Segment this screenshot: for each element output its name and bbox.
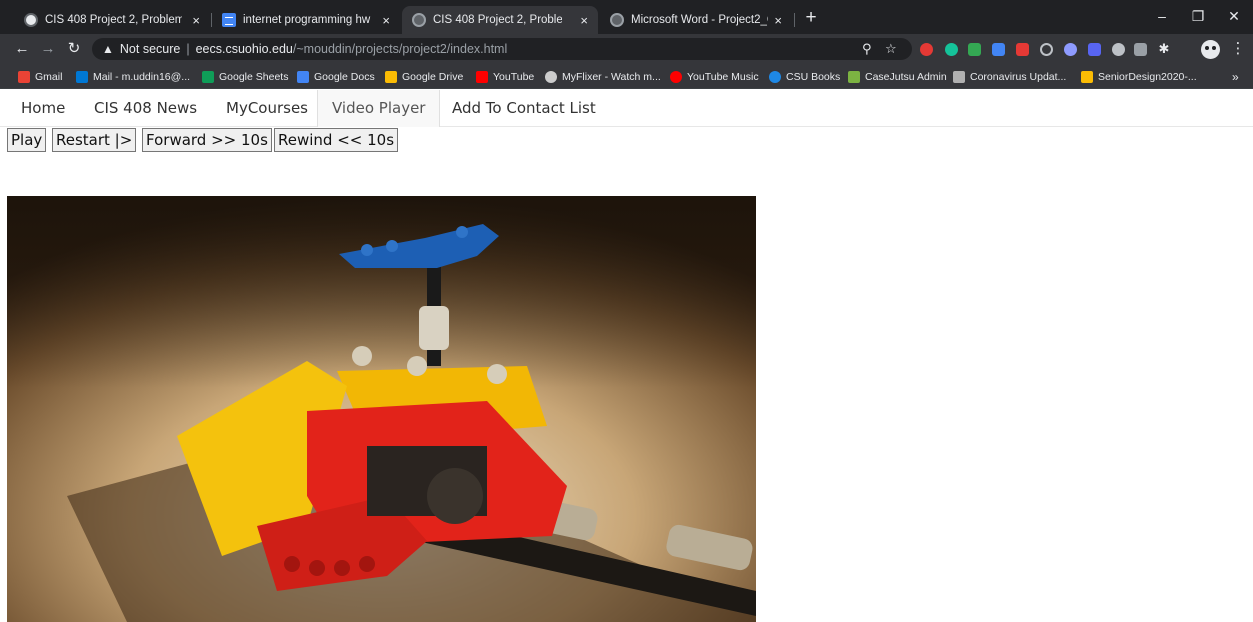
forward-arrow-icon[interactable]: → bbox=[38, 39, 58, 59]
tab-separator bbox=[794, 13, 795, 27]
restart-button[interactable]: Restart |> bbox=[52, 128, 137, 152]
address-divider: | bbox=[186, 42, 190, 56]
extension-calendar-icon[interactable] bbox=[1016, 43, 1029, 56]
extension-gmail-icon[interactable] bbox=[1134, 43, 1147, 56]
bookmarks-bar: Gmail Mail - m.uddin16@... Google Sheets… bbox=[0, 64, 1253, 89]
bookmark-coronavirus-update[interactable]: Coronavirus Updat... bbox=[953, 69, 1066, 85]
bookmark-label: MyFlixer - Watch m... bbox=[562, 71, 661, 83]
bookmark-youtube[interactable]: YouTube bbox=[476, 69, 534, 85]
bookmark-label: YouTube Music bbox=[687, 71, 759, 83]
nav-cis408-news[interactable]: CIS 408 News bbox=[94, 90, 197, 127]
close-tab-icon[interactable]: × bbox=[774, 13, 782, 28]
csu-books-icon bbox=[769, 71, 781, 83]
close-tab-icon[interactable]: × bbox=[192, 13, 200, 28]
bookmark-google-docs[interactable]: Google Docs bbox=[297, 69, 375, 85]
google-docs-icon bbox=[297, 71, 309, 83]
back-arrow-icon[interactable]: ← bbox=[12, 39, 32, 59]
close-tab-icon[interactable]: × bbox=[382, 13, 390, 28]
extension-pocket-icon[interactable] bbox=[1040, 43, 1053, 56]
google-drive-icon bbox=[1081, 71, 1093, 83]
restore-icon[interactable]: ❐ bbox=[1186, 6, 1210, 26]
globe-icon bbox=[610, 13, 624, 27]
bookmark-label: Google Docs bbox=[314, 71, 375, 83]
zoom-search-icon[interactable]: ⚲ bbox=[862, 41, 872, 57]
google-sheets-icon bbox=[202, 71, 214, 83]
extension-grey-icon[interactable] bbox=[1112, 43, 1125, 56]
extensions-puzzle-icon[interactable]: ✱ bbox=[1154, 39, 1174, 59]
video-player[interactable] bbox=[7, 196, 756, 622]
coronavirus-icon bbox=[953, 71, 965, 83]
bookmark-casejutsu-admin[interactable]: CaseJutsu Admin bbox=[848, 69, 947, 85]
forward-10s-button[interactable]: Forward >> 10s bbox=[142, 128, 272, 152]
play-button[interactable]: Play bbox=[7, 128, 47, 152]
browser-tab-2[interactable]: internet programming hw 2 - Go × bbox=[212, 6, 400, 34]
bookmark-gmail[interactable]: Gmail bbox=[18, 69, 62, 85]
myflixer-icon bbox=[545, 71, 557, 83]
youtube-music-icon bbox=[670, 71, 682, 83]
bookmark-youtube-music[interactable]: YouTube Music bbox=[670, 69, 759, 85]
extension-adblock-icon[interactable] bbox=[920, 43, 933, 56]
extension-blue-icon[interactable] bbox=[992, 43, 1005, 56]
bookmark-google-drive[interactable]: Google Drive bbox=[385, 69, 463, 85]
bookmarks-overflow-chevron-icon[interactable]: » bbox=[1232, 69, 1239, 85]
outlook-icon bbox=[76, 71, 88, 83]
globe-icon bbox=[24, 13, 38, 27]
nav-home[interactable]: Home bbox=[21, 90, 65, 127]
browser-tab-1[interactable]: CIS 408 Project 2, Problem 1 × bbox=[14, 6, 210, 34]
url-host: eecs.csuohio.edu bbox=[195, 42, 293, 56]
tab-title: CIS 408 Project 2, Problem 1 bbox=[433, 14, 563, 26]
bookmark-label: Mail - m.uddin16@... bbox=[93, 71, 191, 83]
extension-purple-icon[interactable] bbox=[1064, 43, 1077, 56]
gmail-icon bbox=[18, 71, 30, 83]
new-tab-button[interactable]: + bbox=[800, 7, 822, 29]
bookmark-star-icon[interactable]: ☆ bbox=[885, 41, 897, 57]
nav-add-to-contact-list[interactable]: Add To Contact List bbox=[452, 90, 596, 127]
window-close-icon[interactable]: ✕ bbox=[1222, 6, 1246, 26]
google-docs-icon bbox=[222, 13, 236, 27]
tab-title: internet programming hw 2 - Go bbox=[243, 14, 372, 26]
extension-green-icon[interactable] bbox=[968, 43, 981, 56]
tab-title: CIS 408 Project 2, Problem 1 bbox=[45, 14, 183, 26]
reload-icon[interactable]: ↻ bbox=[64, 39, 84, 59]
bookmark-label: Gmail bbox=[35, 71, 63, 83]
browser-tab-3-active[interactable]: CIS 408 Project 2, Problem 1 × bbox=[402, 6, 598, 34]
nav-video-player[interactable]: Video Player bbox=[317, 90, 441, 127]
bookmark-label: Coronavirus Updat... bbox=[970, 71, 1067, 83]
extension-discord-icon[interactable] bbox=[1088, 43, 1101, 56]
bookmark-label: CaseJutsu Admin bbox=[865, 71, 947, 83]
tab-title: Microsoft Word - Project2_CIS40 bbox=[631, 14, 768, 26]
bookmark-label: Google Drive bbox=[402, 71, 464, 83]
bookmark-label: SeniorDesign2020-... bbox=[1098, 71, 1197, 83]
close-tab-icon[interactable]: × bbox=[580, 13, 588, 28]
browser-toolbar: ← → ↻ ▲ Not secure | eecs.csuohio.edu /~… bbox=[0, 34, 1253, 64]
browser-tab-4[interactable]: Microsoft Word - Project2_CIS40 × bbox=[600, 6, 792, 34]
bookmark-google-sheets[interactable]: Google Sheets bbox=[202, 69, 288, 85]
address-bar[interactable]: ▲ Not secure | eecs.csuohio.edu /~mouddi… bbox=[92, 38, 912, 60]
browser-tab-strip: CIS 408 Project 2, Problem 1 × internet … bbox=[0, 0, 1253, 34]
video-frame-lego-helicopter bbox=[7, 196, 756, 622]
minimize-icon[interactable]: – bbox=[1150, 6, 1174, 26]
bookmark-outlook-mail[interactable]: Mail - m.uddin16@... bbox=[76, 69, 190, 85]
bookmark-label: Google Sheets bbox=[219, 71, 289, 83]
security-label: Not secure bbox=[119, 42, 181, 56]
youtube-icon bbox=[476, 71, 488, 83]
bookmark-csu-books[interactable]: CSU Books bbox=[769, 69, 840, 85]
google-drive-icon bbox=[385, 71, 397, 83]
menu-kebab-icon[interactable]: ⋮ bbox=[1228, 39, 1248, 59]
globe-icon bbox=[412, 13, 426, 27]
profile-avatar[interactable] bbox=[1201, 40, 1220, 59]
warning-triangle-icon: ▲ bbox=[102, 42, 114, 56]
url-path: /~mouddin/projects/project2/index.html bbox=[292, 42, 508, 56]
casejutsu-icon bbox=[848, 71, 860, 83]
site-navbar: Home CIS 408 News MyCourses Video Player… bbox=[0, 90, 1253, 127]
extension-grammarly-icon[interactable] bbox=[945, 43, 958, 56]
bookmark-myflixer[interactable]: MyFlixer - Watch m... bbox=[545, 69, 661, 85]
bookmark-seniordesign[interactable]: SeniorDesign2020-... bbox=[1081, 69, 1197, 85]
nav-mycourses[interactable]: MyCourses bbox=[226, 90, 308, 127]
rewind-10s-button[interactable]: Rewind << 10s bbox=[274, 128, 399, 152]
bookmark-label: CSU Books bbox=[786, 71, 841, 83]
bookmark-label: YouTube bbox=[493, 71, 535, 83]
